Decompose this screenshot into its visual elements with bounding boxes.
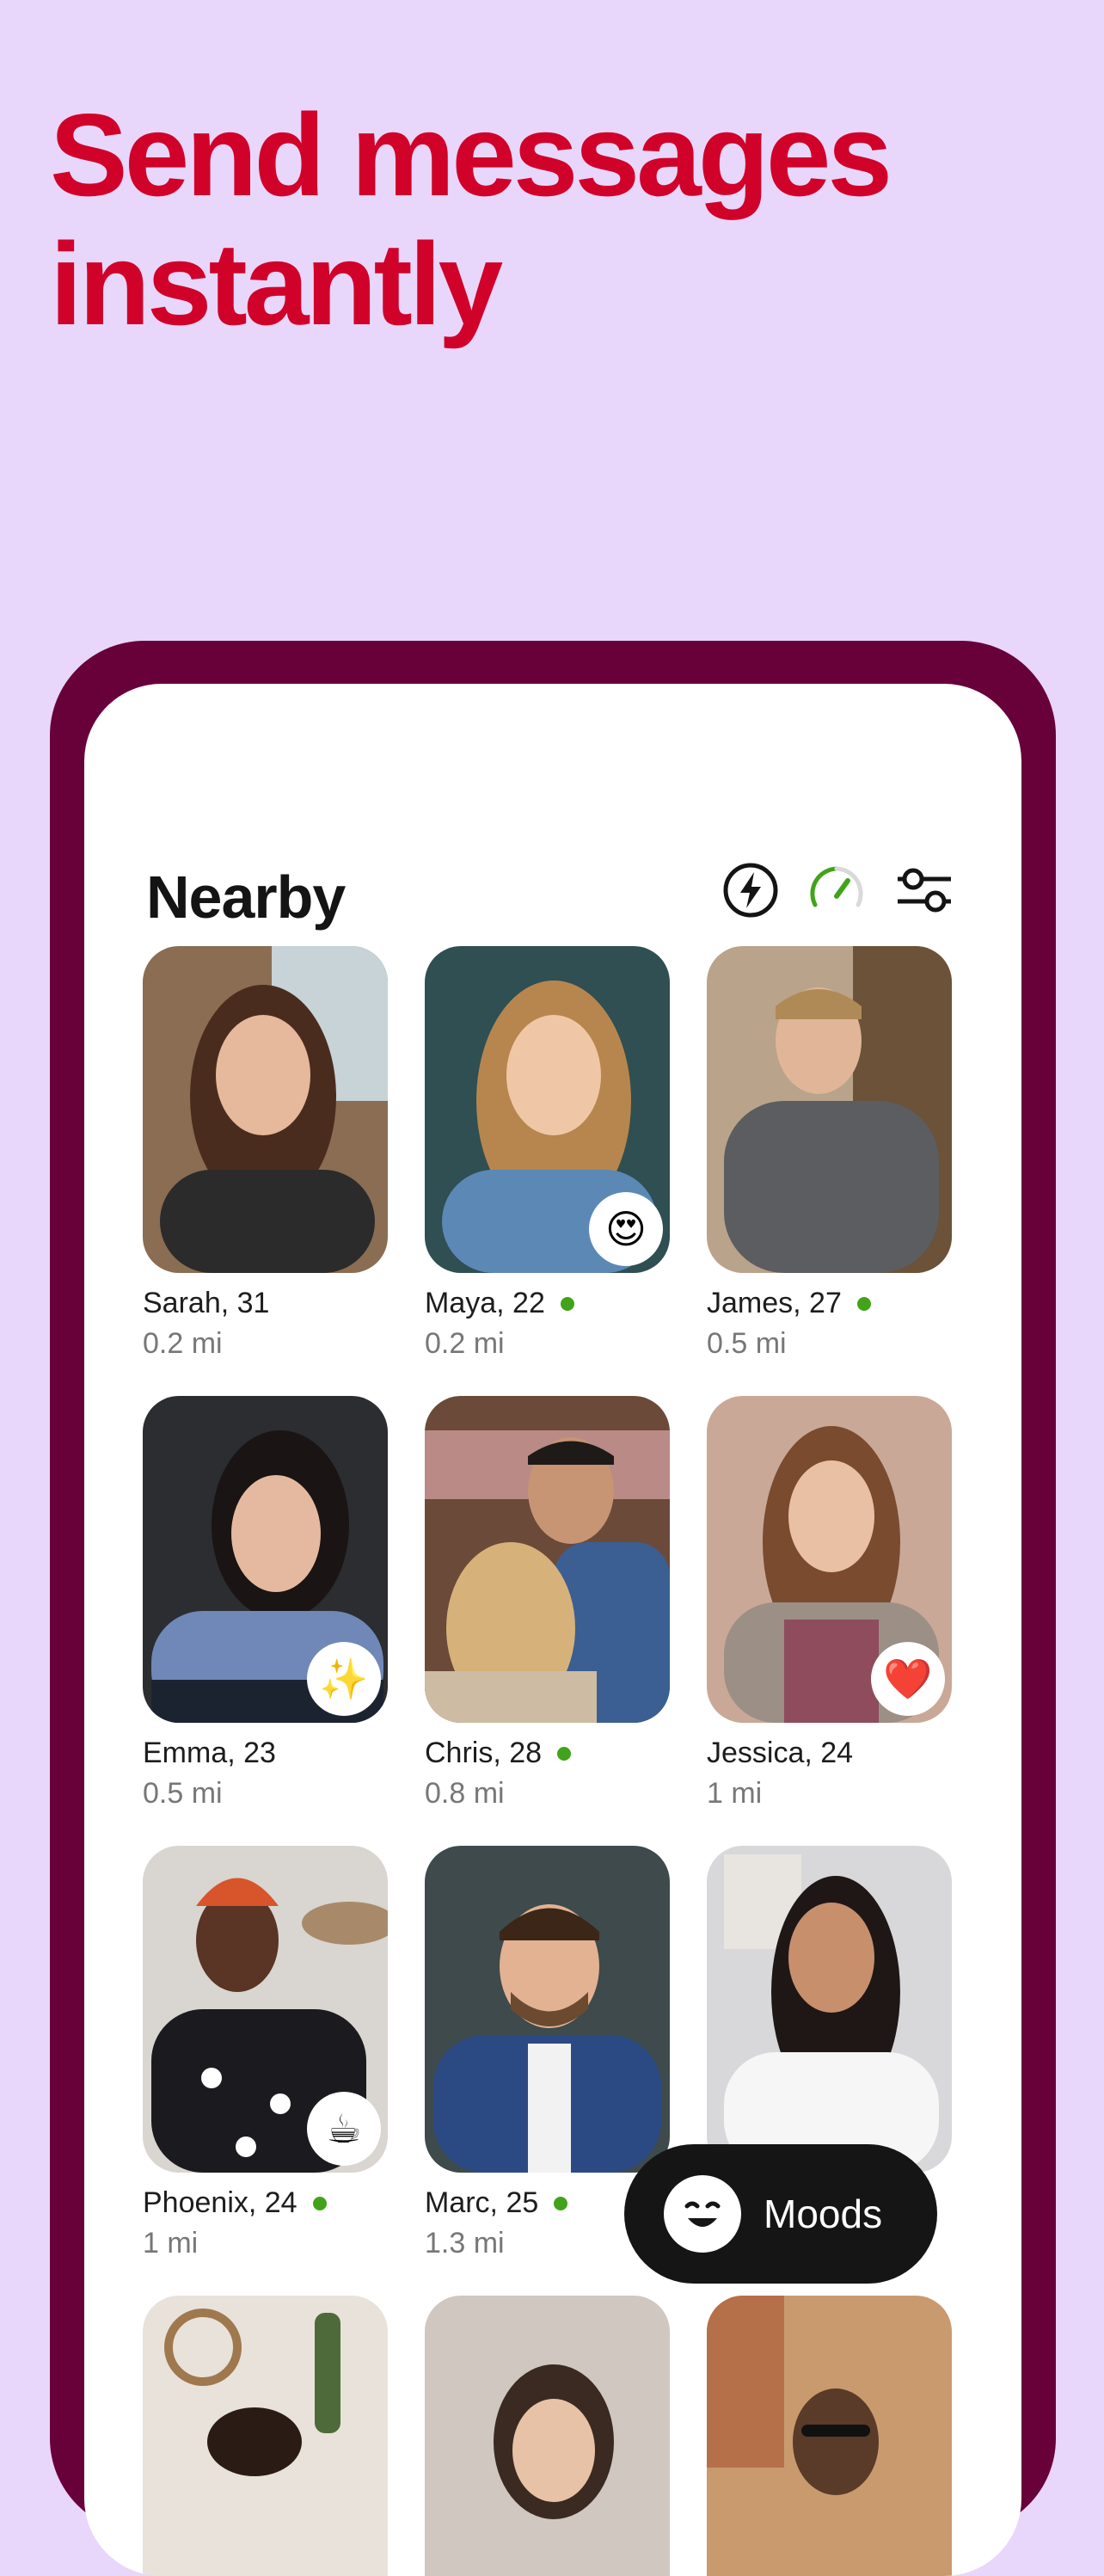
profile-card[interactable]: 😍 Maya, 22 0.2 mi	[425, 946, 683, 1361]
profile-name: Marc, 25	[425, 2186, 539, 2219]
moods-label: Moods	[764, 2192, 883, 2236]
headline: Send messages instantly	[50, 90, 1064, 348]
profile-photo[interactable]	[707, 946, 952, 1273]
profile-card[interactable]	[143, 2296, 401, 2576]
profile-distance: 1 mi	[143, 2227, 199, 2259]
profile-card[interactable]: James, 27 0.5 mi	[707, 946, 965, 1361]
profile-photo[interactable]	[143, 946, 388, 1273]
profile-photo[interactable]: ☕	[143, 1846, 388, 2173]
profile-card[interactable]: Chris, 28 0.8 mi	[425, 1396, 683, 1811]
profile-card[interactable]: ☕ Phoenix, 24 1 mi	[143, 1846, 401, 2260]
profile-photo[interactable]: 😍	[425, 946, 670, 1273]
profile-distance: 1 mi	[707, 1777, 763, 1810]
profile-photo[interactable]: ✨	[143, 1396, 388, 1723]
profile-badge: ☕	[307, 2092, 381, 2166]
page-title: Nearby	[146, 864, 346, 931]
profile-name: Maya, 22	[425, 1287, 545, 1319]
profile-card[interactable]	[707, 1846, 965, 2173]
online-indicator	[554, 2196, 568, 2210]
profile-name: Emma, 23	[143, 1737, 276, 1769]
online-indicator	[312, 2196, 327, 2210]
profile-distance: 0.2 mi	[143, 1327, 223, 1360]
phone-screen: Nearby Sarah, 31 0.2 mi 😍 Maya, 22 0.2 m…	[84, 684, 1021, 2576]
profile-card[interactable]	[707, 2296, 965, 2576]
profile-badge: ❤️	[871, 1642, 945, 1716]
headline-line-1: Send messages	[50, 89, 892, 220]
profile-card[interactable]: Sarah, 31 0.2 mi	[143, 946, 401, 1361]
profile-name: Chris, 28	[425, 1737, 543, 1769]
profile-card[interactable]: ❤️ Jessica, 24 1 mi	[707, 1396, 965, 1811]
smiley-face-icon	[664, 2175, 741, 2253]
profile-name: James, 27	[707, 1287, 842, 1319]
profile-photo[interactable]	[425, 1846, 670, 2173]
boost-icon[interactable]	[721, 860, 781, 920]
profile-badge: 😍	[589, 1192, 663, 1266]
profile-photo[interactable]	[425, 1396, 670, 1723]
profile-photo[interactable]	[425, 2296, 670, 2576]
profile-distance: 0.2 mi	[425, 1327, 505, 1360]
profile-distance: 0.5 mi	[707, 1327, 787, 1360]
profile-photo[interactable]	[143, 2296, 388, 2576]
profile-card[interactable]: ✨ Emma, 23 0.5 mi	[143, 1396, 401, 1811]
profile-name: Sarah, 31	[143, 1287, 270, 1319]
headline-line-2: instantly	[50, 218, 503, 349]
profile-name: Phoenix, 24	[143, 2186, 297, 2219]
profile-name: Jessica, 24	[707, 1737, 854, 1769]
online-indicator	[557, 1746, 572, 1761]
online-indicator	[560, 1296, 574, 1311]
profile-photo[interactable]: ❤️	[707, 1396, 952, 1723]
profile-distance: 0.5 mi	[143, 1777, 223, 1810]
online-indicator	[856, 1296, 871, 1311]
profile-card[interactable]	[425, 2296, 683, 2576]
speedometer-icon[interactable]	[807, 860, 867, 920]
profile-photo[interactable]	[707, 2296, 952, 2576]
profile-photo[interactable]	[707, 1846, 952, 2173]
filter-sliders-icon[interactable]	[894, 860, 954, 920]
moods-button[interactable]: Moods	[624, 2144, 937, 2284]
profile-distance: 0.8 mi	[425, 1777, 505, 1810]
profile-badge: ✨	[307, 1642, 381, 1716]
